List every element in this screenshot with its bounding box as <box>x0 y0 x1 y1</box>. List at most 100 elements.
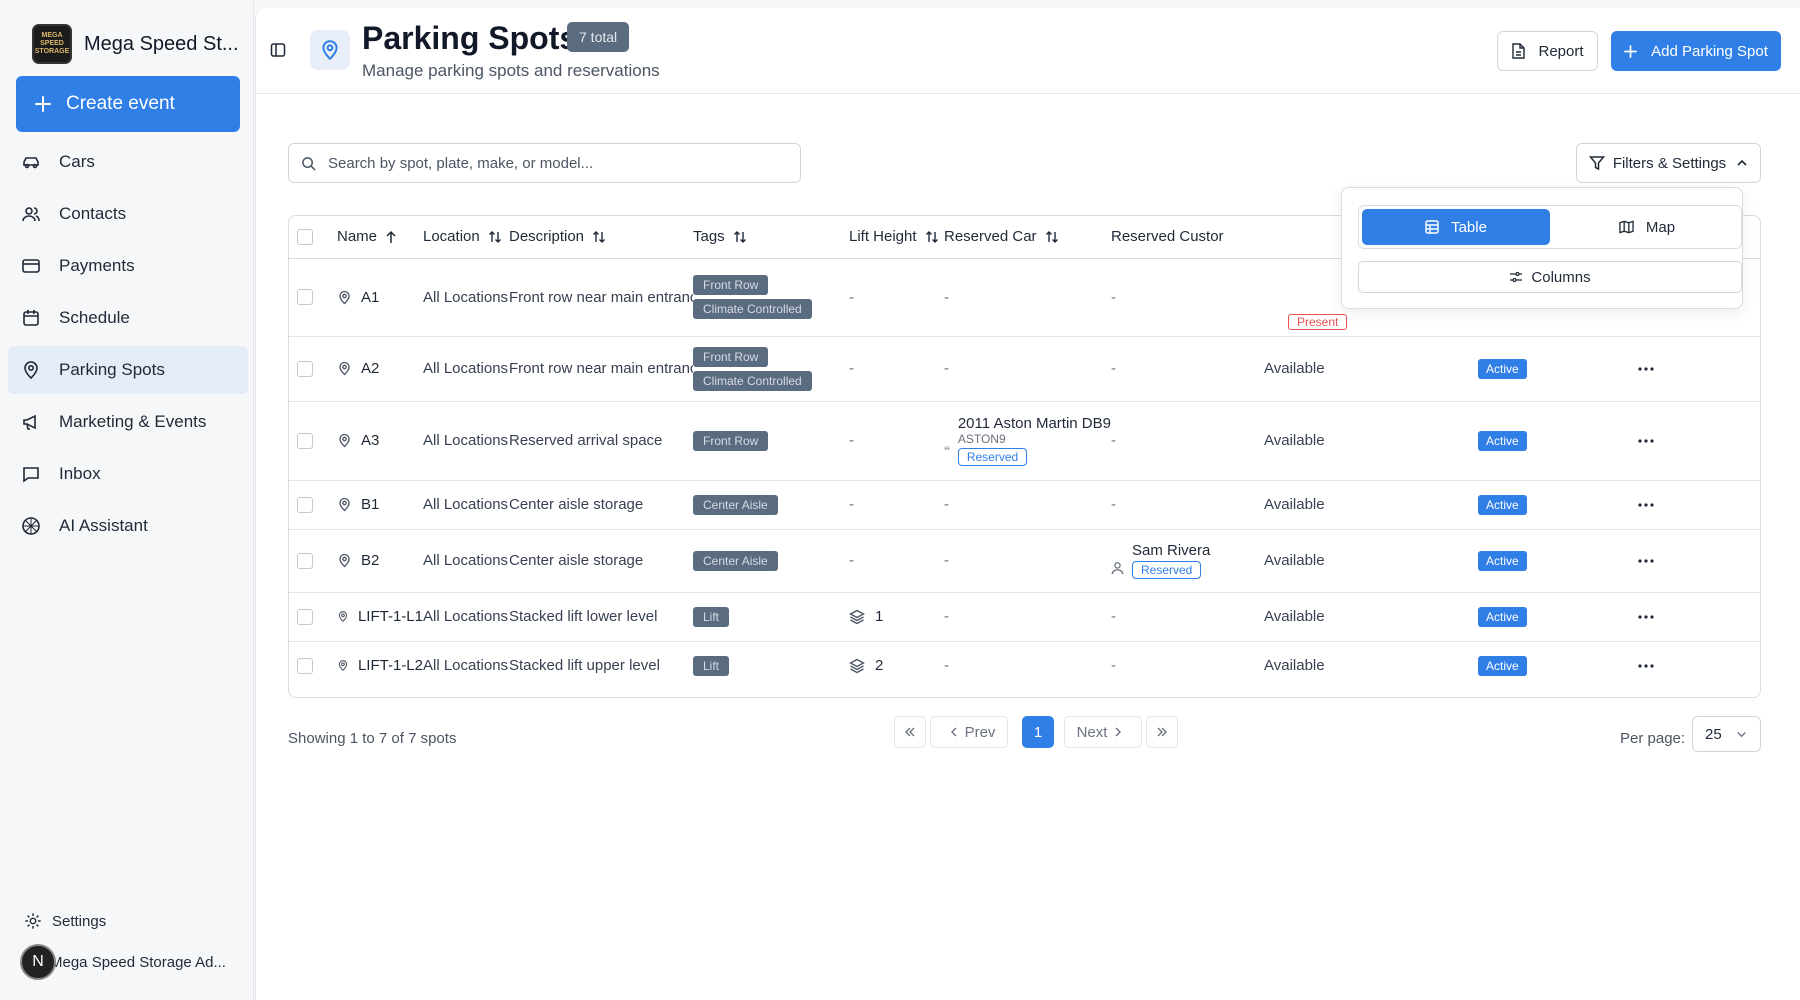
reserved-customer-name: Sam Rivera <box>1132 542 1211 559</box>
sidebar-toggle-button[interactable] <box>270 42 286 58</box>
sidebar-item-label: Cars <box>59 152 95 171</box>
sidebar-item-ai-assistant[interactable]: AI Assistant <box>8 502 248 550</box>
table-row[interactable]: B2 All Locations Center aisle storage Ce… <box>289 529 1760 593</box>
sidebar-item-marketing[interactable]: Marketing & Events <box>8 398 248 446</box>
row-checkbox[interactable] <box>297 608 313 625</box>
sidebar-item-schedule[interactable]: Schedule <box>8 294 248 342</box>
sidebar-item-label: Schedule <box>59 308 130 327</box>
sidebar-item-label: Payments <box>59 256 135 275</box>
table-row[interactable]: A2 All Locations Front row near main ent… <box>289 336 1760 402</box>
search-input[interactable] <box>328 154 788 172</box>
spot-name: LIFT-1-L2 <box>357 657 423 675</box>
message-square-icon <box>20 463 42 485</box>
table-row[interactable]: A3 All Locations Reserved arrival space … <box>289 401 1760 481</box>
reserved-customer: - <box>1111 288 1116 306</box>
table-row[interactable]: LIFT-1-L1 All Locations Stacked lift low… <box>289 592 1760 642</box>
count-badge: 7 total <box>567 22 630 52</box>
panel-left-icon <box>270 43 286 57</box>
per-page-select[interactable]: 25 <box>1692 716 1761 752</box>
more-horizontal-icon[interactable] <box>1638 366 1654 371</box>
present-badge: Present <box>1288 313 1348 330</box>
sidebar: MEGA SPEED STORAGE Mega Speed St... Crea… <box>0 0 254 1000</box>
column-header-location[interactable]: Location <box>423 216 509 259</box>
sidebar-item-label: AI Assistant <box>59 516 148 535</box>
row-checkbox[interactable] <box>297 657 313 674</box>
more-horizontal-icon[interactable] <box>1638 614 1654 619</box>
search-box[interactable] <box>288 143 801 183</box>
sort-icon <box>1045 230 1058 243</box>
column-header-reserved-customer[interactable]: Reserved Custor <box>1111 216 1258 259</box>
add-parking-spot-button[interactable]: Add Parking Spot <box>1611 31 1781 71</box>
more-horizontal-icon[interactable] <box>1638 558 1654 563</box>
map-pin-icon <box>339 290 350 304</box>
spot-location: All Locations <box>423 496 509 513</box>
sort-icon <box>925 230 938 243</box>
reserved-customer: - <box>1111 432 1116 449</box>
user-name: Mega Speed Storage Ad... <box>50 953 226 971</box>
reserved-customer: - <box>1111 360 1116 377</box>
more-horizontal-icon[interactable] <box>1638 502 1654 507</box>
sidebar-item-contacts[interactable]: Contacts <box>8 190 248 238</box>
column-header-reserved-car[interactable]: Reserved Car <box>944 216 1111 259</box>
filters-settings-button[interactable]: Filters & Settings <box>1576 143 1761 183</box>
table-row[interactable]: LIFT-1-L2 All Locations Stacked lift upp… <box>289 641 1760 690</box>
map-pin-icon <box>338 660 348 672</box>
user-icon <box>1111 561 1124 574</box>
sidebar-item-inbox[interactable]: Inbox <box>8 450 248 498</box>
sidebar-item-parking-spots[interactable]: Parking Spots <box>8 346 248 394</box>
create-event-button[interactable]: Create event <box>16 76 240 132</box>
column-header-description[interactable]: Description <box>509 216 693 259</box>
availability: Available <box>1264 552 1325 569</box>
page-subtitle: Manage parking spots and reservations <box>362 61 660 80</box>
ai-icon <box>20 515 42 537</box>
last-page-button[interactable] <box>1146 716 1178 748</box>
lift-height: - <box>849 432 854 449</box>
file-text-icon <box>1512 43 1526 59</box>
sidebar-item-payments[interactable]: Payments <box>8 242 248 290</box>
next-page-button[interactable]: Next <box>1064 716 1142 748</box>
row-checkbox[interactable] <box>297 496 313 513</box>
more-horizontal-icon[interactable] <box>1638 664 1654 668</box>
brand-logo-text: MEGA SPEED STORAGE <box>34 32 70 55</box>
row-checkbox[interactable] <box>297 552 313 569</box>
tag-badge: Front Row <box>693 430 769 451</box>
avatar: N <box>20 944 56 980</box>
sidebar-item-label: Inbox <box>59 464 101 483</box>
reserved-customer: - <box>1111 657 1116 675</box>
columns-button[interactable]: Columns <box>1358 261 1742 293</box>
map-pin-icon <box>338 611 348 623</box>
status-badge: Active <box>1478 430 1527 451</box>
map-icon <box>1619 220 1634 234</box>
user-menu[interactable]: N Mega Speed Storage Ad... <box>20 944 226 980</box>
prev-page-button[interactable]: Prev <box>930 716 1008 748</box>
row-checkbox[interactable] <box>297 289 313 305</box>
view-table-button[interactable]: Table <box>1362 209 1550 245</box>
table-row[interactable]: B1 All Locations Center aisle storage Ce… <box>289 480 1760 530</box>
settings-link[interactable]: Settings <box>24 912 106 930</box>
row-checkbox[interactable] <box>297 360 313 377</box>
create-event-label: Create event <box>66 93 175 114</box>
tag-badge: Center Aisle <box>693 550 778 571</box>
column-header-lift-height[interactable]: Lift Height <box>849 216 944 259</box>
report-button[interactable]: Report <box>1497 31 1598 71</box>
tag-badge: Front Row <box>693 346 769 367</box>
page-number-button[interactable]: 1 <box>1022 716 1054 748</box>
more-horizontal-icon[interactable] <box>1638 438 1654 443</box>
filter-icon <box>1588 156 1605 171</box>
reserved-car: - <box>944 552 949 569</box>
view-map-button[interactable]: Map <box>1555 209 1739 245</box>
column-header-tags[interactable]: Tags <box>693 216 849 259</box>
settings-label: Settings <box>52 912 107 930</box>
row-checkbox[interactable] <box>297 432 313 449</box>
column-label: Reserved Custor <box>1111 228 1224 246</box>
view-table-label: Table <box>1451 218 1487 236</box>
sidebar-item-cars[interactable]: Cars <box>8 138 248 186</box>
brand[interactable]: MEGA SPEED STORAGE Mega Speed St... <box>32 24 239 64</box>
select-all-checkbox[interactable] <box>297 228 313 245</box>
reserved-car: - <box>944 360 949 377</box>
reserved-car-name: 2011 Aston Martin DB9 <box>957 415 1111 432</box>
first-page-button[interactable] <box>894 716 926 748</box>
column-header-name[interactable]: Name <box>337 216 423 259</box>
credit-card-icon <box>20 255 42 277</box>
add-parking-spot-label: Add Parking Spot <box>1651 42 1768 60</box>
